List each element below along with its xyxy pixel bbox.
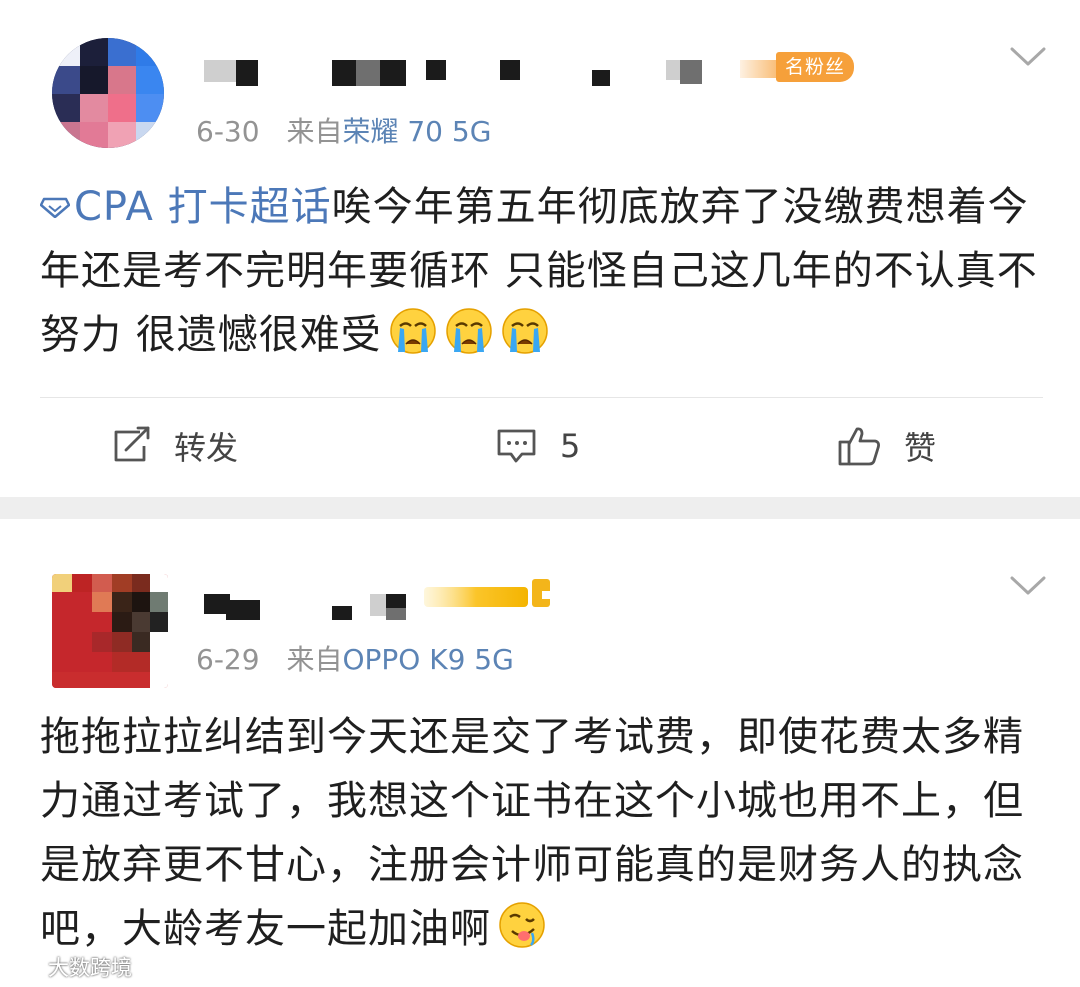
watermark-logo-icon <box>9 957 43 978</box>
source-prefix: 来自 <box>286 643 343 676</box>
like-label: 赞 <box>904 429 937 467</box>
drooling-face-emoji <box>499 902 545 948</box>
chevron-down-icon[interactable] <box>1008 573 1048 599</box>
watermark-text: 大数跨境 <box>48 956 132 980</box>
crying-face-emoji <box>501 308 548 354</box>
comment-button[interactable]: 5 <box>496 423 580 469</box>
thumbs-up-icon <box>838 427 880 466</box>
post-meta: 6-29 来自OPPO K9 5G <box>196 638 514 678</box>
avatar[interactable] <box>52 38 164 148</box>
topic-link[interactable]: CPA 打卡超话 <box>40 184 332 230</box>
member-badge-redacted[interactable] <box>424 579 556 611</box>
post-date: 6-30 <box>196 115 260 148</box>
post-meta: 6-30 来自荣耀 70 5G <box>196 110 491 150</box>
post-content: CPA 打卡超话唉今年第五年彻底放弃了没缴费想着今年还是考不完明年要循环 只能怪… <box>40 175 1040 367</box>
comment-count: 5 <box>560 427 581 465</box>
crying-face-emoji <box>389 308 436 354</box>
post-card: 6-29 来自OPPO K9 5G 拖拖拉拉纠结到今天还是交了考试费，即使花费太… <box>0 519 1080 987</box>
username-redacted[interactable] <box>200 60 760 86</box>
repost-label: 转发 <box>174 429 239 467</box>
topic-label[interactable]: CPA 打卡超话 <box>74 184 332 230</box>
comment-icon <box>497 429 536 463</box>
action-bar-divider <box>40 397 1043 398</box>
repost-button[interactable]: 转发 <box>110 423 238 469</box>
chevron-down-icon[interactable] <box>1008 44 1048 70</box>
watermark: 大数跨境 <box>8 952 132 982</box>
avatar[interactable] <box>52 574 168 688</box>
repost-icon <box>114 426 150 462</box>
post-date: 6-29 <box>196 643 260 676</box>
weibo-feed: 名粉丝 6-30 来自荣耀 70 5G CPA 打卡超话唉今年第五年彻底放弃了没… <box>0 0 1080 987</box>
emoji-group <box>382 308 550 358</box>
post-card: 名粉丝 6-30 来自荣耀 70 5G CPA 打卡超话唉今年第五年彻底放弃了没… <box>0 0 1080 497</box>
source-prefix: 来自 <box>286 115 343 148</box>
super-topic-diamond-icon <box>40 197 70 218</box>
source-device-link[interactable]: 荣耀 70 5G <box>342 115 491 148</box>
fan-badge[interactable]: 名粉丝 <box>740 52 854 82</box>
source-device-link[interactable]: OPPO K9 5G <box>342 643 513 676</box>
post-separator <box>0 497 1080 519</box>
post-content: 拖拖拉拉纠结到今天还是交了考试费，即使花费太多精力通过考试了，我想这个证书在这个… <box>40 705 1040 961</box>
like-button[interactable]: 赞 <box>838 423 936 469</box>
crying-face-emoji <box>445 308 492 354</box>
